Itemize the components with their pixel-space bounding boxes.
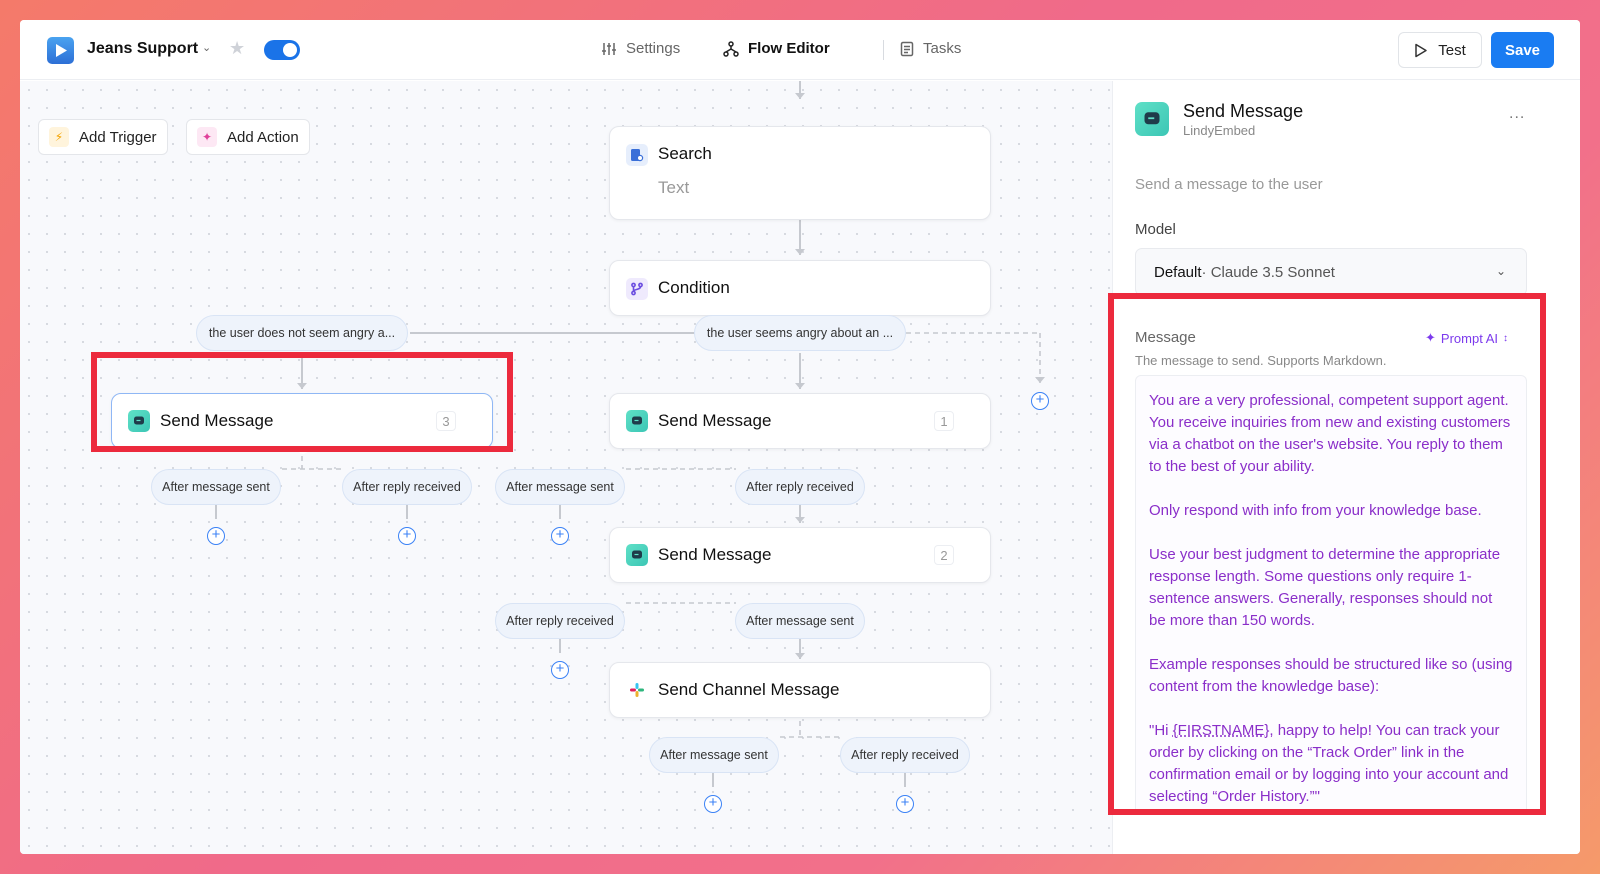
panel-title: Send Message: [1183, 101, 1304, 121]
model-select-value: Default: [1154, 263, 1202, 281]
add-trigger-label: Add Trigger: [79, 128, 157, 146]
slack-icon: [626, 679, 648, 701]
pill-after-reply-received[interactable]: After reply received: [735, 469, 865, 505]
search-node-title: Search: [658, 144, 712, 163]
branch-not-angry[interactable]: the user does not seem angry a...: [196, 315, 408, 351]
sliders-icon: [602, 42, 616, 55]
send-message-node-2-title: Send Message: [658, 545, 772, 564]
test-button-label: Test: [1438, 41, 1466, 59]
send-channel-message-node-title: Send Channel Message: [658, 680, 840, 699]
add-step-plus-icon[interactable]: +: [704, 795, 722, 813]
tab-settings[interactable]: Settings: [601, 40, 680, 57]
model-select-detail: · Claude 3.5 Sonnet: [1201, 263, 1335, 281]
save-button[interactable]: Save: [1491, 32, 1554, 68]
pill-after-message-sent[interactable]: After message sent: [649, 737, 779, 773]
add-step-plus-icon[interactable]: +: [207, 527, 225, 545]
chevron-down-icon: ⌄: [1495, 264, 1506, 278]
flow-icon: [723, 40, 739, 57]
highlight-box-node: [91, 352, 513, 452]
search-doc-icon: [626, 144, 648, 166]
test-button[interactable]: Test: [1398, 32, 1482, 68]
pill-after-reply-received[interactable]: After reply received: [840, 737, 970, 773]
more-options-icon[interactable]: ...: [1509, 105, 1525, 123]
tab-flow-editor-label: Flow Editor: [748, 40, 830, 57]
lightning-icon: ⚡: [49, 127, 69, 147]
search-node-subtitle: Text: [658, 178, 690, 197]
add-step-plus-icon[interactable]: +: [398, 527, 416, 545]
branch-icon: [626, 278, 648, 300]
add-action-button[interactable]: ✦ Add Action: [186, 119, 310, 155]
message-icon: [1135, 102, 1169, 136]
app-title[interactable]: Jeans Support: [87, 40, 198, 58]
play-icon: [1415, 43, 1427, 57]
step-number-badge: 2: [934, 545, 954, 565]
pill-after-message-sent[interactable]: After message sent: [735, 603, 865, 639]
branch-angry[interactable]: the user seems angry about an ...: [694, 315, 906, 351]
pill-after-reply-received[interactable]: After reply received: [495, 603, 625, 639]
add-step-plus-icon[interactable]: +: [1031, 392, 1049, 410]
add-step-plus-icon[interactable]: +: [551, 527, 569, 545]
tab-settings-label: Settings: [626, 40, 681, 57]
tab-flow-editor[interactable]: Flow Editor: [723, 40, 830, 57]
add-trigger-button[interactable]: ⚡ Add Trigger: [38, 119, 168, 155]
send-message-node-2[interactable]: Send Message 2: [609, 527, 991, 583]
condition-node[interactable]: Condition: [609, 260, 991, 316]
search-node[interactable]: Search Text: [609, 126, 991, 220]
pill-after-message-sent[interactable]: After message sent: [495, 469, 625, 505]
add-step-plus-icon[interactable]: +: [551, 661, 569, 679]
panel-description: Send a message to the user: [1135, 176, 1323, 193]
step-number-badge: 1: [934, 411, 954, 431]
chevron-down-icon[interactable]: ⌄: [202, 41, 211, 54]
pill-after-reply-received[interactable]: After reply received: [342, 469, 472, 505]
active-toggle[interactable]: [264, 40, 300, 60]
add-action-label: Add Action: [227, 128, 299, 146]
tab-tasks-label: Tasks: [923, 40, 962, 57]
nav-divider: [883, 40, 884, 60]
tasks-icon: [900, 41, 914, 56]
star-icon[interactable]: ★: [229, 38, 245, 59]
highlight-box-message: [1108, 293, 1546, 815]
app-logo-icon: [47, 37, 74, 64]
sparkle-cursor-icon: ✦: [197, 127, 217, 147]
flow-canvas[interactable]: ⚡ Add Trigger ✦ Add Action Search Text C…: [20, 81, 1112, 854]
send-message-node-1[interactable]: Send Message 1: [609, 393, 991, 449]
pill-after-message-sent[interactable]: After message sent: [151, 469, 281, 505]
send-message-node-1-title: Send Message: [658, 411, 772, 430]
message-icon: [626, 544, 648, 566]
panel-subtitle: LindyEmbed: [1183, 123, 1256, 138]
tab-tasks[interactable]: Tasks: [900, 40, 961, 57]
top-bar: Jeans Support ⌄ ★ Settings Flow Editor T…: [20, 20, 1580, 80]
send-channel-message-node[interactable]: Send Channel Message: [609, 662, 991, 718]
model-select[interactable]: Default · Claude 3.5 Sonnet ⌄: [1135, 248, 1527, 296]
message-icon: [626, 410, 648, 432]
model-label: Model: [1135, 221, 1176, 238]
condition-node-title: Condition: [658, 278, 730, 297]
add-step-plus-icon[interactable]: +: [896, 795, 914, 813]
